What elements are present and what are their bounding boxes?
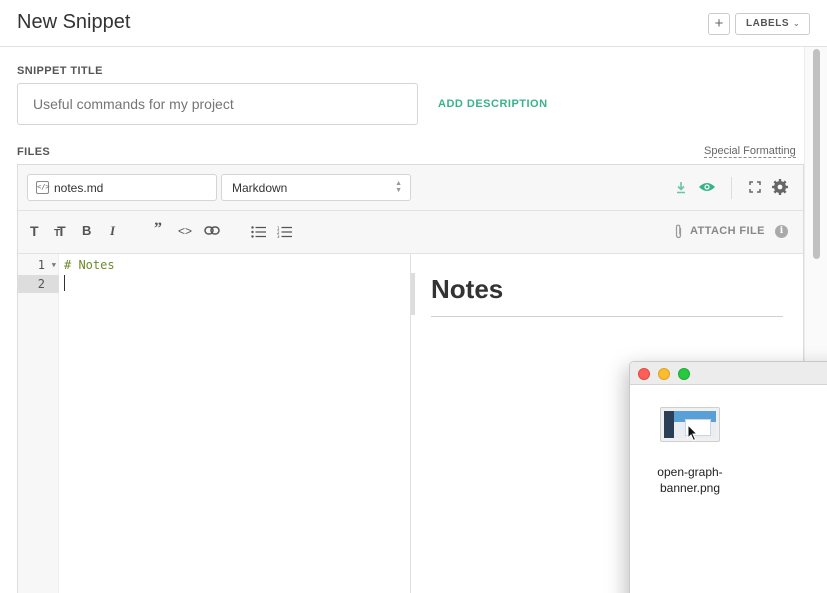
window-minimize-button[interactable] xyxy=(658,368,670,380)
line-number: 1 ▼ xyxy=(18,256,59,274)
bold-icon[interactable]: B xyxy=(82,223,91,238)
language-select[interactable]: Markdown ▲ ▼ xyxy=(221,174,411,201)
info-icon[interactable]: i xyxy=(775,225,788,238)
window-maximize-button[interactable] xyxy=(678,368,690,380)
line-number-active: 2 xyxy=(18,275,59,293)
mouse-cursor-icon xyxy=(687,424,699,442)
numbered-list-icon[interactable]: 1 2 3 xyxy=(277,226,292,238)
line-number-value: 1 xyxy=(37,258,45,272)
file-bar: </> notes.md Markdown ▲ ▼ xyxy=(18,165,803,211)
special-formatting-link[interactable]: Special Formatting xyxy=(704,145,796,158)
scrollbar-thumb[interactable] xyxy=(813,49,820,259)
preview-heading-rule xyxy=(431,316,783,317)
window-close-button[interactable] xyxy=(638,368,650,380)
link-icon[interactable] xyxy=(204,226,220,235)
header-bar: New Snippet + LABELS ⌄ xyxy=(0,0,827,47)
quote-icon[interactable]: ” xyxy=(154,220,162,238)
finder-title-bar[interactable] xyxy=(630,362,827,385)
filename-input[interactable]: </> notes.md xyxy=(27,174,217,201)
markdown-toolbar: T TT B I ” <> 1 2 3 ATTACH FILE i xyxy=(18,211,803,254)
code-file-icon: </> xyxy=(36,181,50,194)
snippet-title-label: SNIPPET TITLE xyxy=(17,65,103,77)
code-icon[interactable]: <> xyxy=(178,224,192,238)
filename-value: notes.md xyxy=(54,181,104,195)
paperclip-icon[interactable] xyxy=(674,224,683,239)
add-description-link[interactable]: ADD DESCRIPTION xyxy=(438,98,548,110)
bullet-list-icon[interactable] xyxy=(251,226,266,238)
preview-heading: Notes xyxy=(431,274,504,304)
text-cursor xyxy=(64,275,65,291)
image-file-name[interactable]: open-graph- banner.png xyxy=(640,464,740,496)
fold-arrow-icon[interactable]: ▼ xyxy=(52,256,56,274)
file-name-line: open-graph- xyxy=(657,465,723,479)
preview-eye-icon[interactable] xyxy=(698,181,716,193)
line-gutter: 1 ▼ 2 xyxy=(18,254,59,593)
file-name-line: banner.png xyxy=(659,481,721,495)
italic-icon[interactable]: I xyxy=(110,223,115,239)
heading-icon[interactable]: T xyxy=(30,223,39,239)
text-size-icon[interactable]: TT xyxy=(54,223,66,239)
thumbnail-sidebar xyxy=(664,411,674,438)
attach-file-button[interactable]: ATTACH FILE xyxy=(690,225,765,237)
fullscreen-icon[interactable] xyxy=(749,181,761,193)
download-icon[interactable] xyxy=(675,181,687,194)
files-label: FILES xyxy=(17,146,51,158)
language-value: Markdown xyxy=(232,181,288,195)
select-arrows-icon: ▲ ▼ xyxy=(395,180,402,194)
add-button[interactable]: + xyxy=(708,13,730,35)
svg-text:3: 3 xyxy=(277,234,280,238)
gear-icon[interactable] xyxy=(772,179,788,195)
preview-marker xyxy=(411,273,415,315)
snippet-title-input[interactable] xyxy=(17,83,418,125)
code-line[interactable]: # Notes xyxy=(64,256,115,274)
line-number-value: 2 xyxy=(37,277,45,291)
labels-button-label: LABELS xyxy=(746,18,789,29)
toolbar-divider xyxy=(731,177,732,199)
finder-window: open-graph- banner.png xyxy=(629,361,827,593)
labels-button[interactable]: LABELS ⌄ xyxy=(735,13,810,35)
page-title: New Snippet xyxy=(17,11,131,33)
chevron-down-icon: ⌄ xyxy=(793,19,801,28)
